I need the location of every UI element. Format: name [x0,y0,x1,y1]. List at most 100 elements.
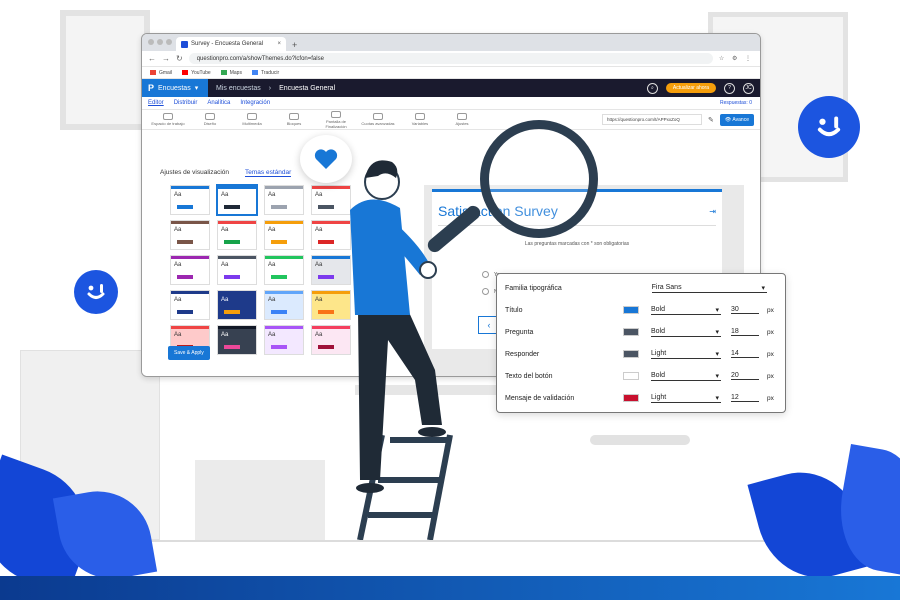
avatar[interactable]: JC [743,82,754,94]
font-color-swatch[interactable] [623,372,639,380]
tool-variables[interactable]: Variables [400,113,440,126]
theme-sample: Aa [174,262,182,268]
font-weight-select[interactable]: Bold ▾ [651,306,721,315]
theme-accent-bar [171,256,209,259]
bottom-band [0,576,900,600]
bookmark-translate[interactable]: Traducir [251,70,279,76]
theme-button-swatch [177,205,193,209]
breadcrumb-current: Encuesta General [279,84,336,92]
browser-tabbar: Survey - Encuesta General × + [142,34,760,51]
theme-button-swatch [271,345,287,349]
theme-sample: Aa [315,192,323,198]
theme-card[interactable]: Aa [217,290,257,320]
theme-card[interactable]: Aa [217,255,257,285]
tool-design[interactable]: Diseño [190,113,230,126]
theme-accent-bar [218,326,256,329]
save-apply-button[interactable]: Save & Apply [168,346,210,360]
responses-count[interactable]: Respuestas: 0 [720,100,752,106]
tool-quotas[interactable]: Cuotas avanzadas [358,113,398,126]
address-input[interactable]: questionpro.com/a/showThemes.do?lcfon=fa… [188,53,713,64]
smile-logo-icon [817,116,841,137]
bookmark-youtube[interactable]: YouTube [182,70,211,76]
bg-boxes [195,460,325,540]
font-color-swatch[interactable] [623,394,639,402]
theme-button-swatch [177,240,193,244]
theme-card[interactable]: Aa [170,290,210,320]
tab-display-settings[interactable]: Ajustes de visualización [160,169,229,177]
theme-sample: Aa [221,192,229,198]
menu-distribute[interactable]: Distribuir [174,100,198,106]
font-family-select[interactable]: Fira Sans ▾ [651,284,767,293]
chevron-down-icon: ▾ [715,394,719,402]
window-controls[interactable] [148,39,172,45]
theme-card[interactable]: Aa [217,325,257,355]
theme-card[interactable]: Aa [170,220,210,250]
theme-card[interactable]: Aa [264,290,304,320]
edit-link-icon[interactable]: ✎ [708,116,714,124]
tool-blocks[interactable]: Bloques [274,113,314,126]
app-header: P Encuestas ▾ Mis encuestas › Encuesta Gen… [142,79,760,97]
gear-icon [457,113,467,120]
theme-card[interactable]: Aa [264,220,304,250]
extension-icons[interactable]: ☆ ⚙ ⋮ [719,55,754,62]
back-arrow-icon[interactable]: ← [148,54,156,63]
bookmark-gmail[interactable]: Gmail [150,70,172,76]
upgrade-button[interactable]: Actualizar ahora [665,83,716,93]
tool-media[interactable]: Multimedia [232,113,272,126]
font-color-swatch[interactable] [623,328,639,336]
font-size-input[interactable]: 12 [731,394,759,402]
new-tab-button[interactable]: + [292,40,297,50]
theme-sample: Aa [315,227,323,233]
bookmark-maps[interactable]: Maps [220,70,242,76]
preview-button[interactable]: 👁 Avance [719,113,754,126]
theme-card[interactable]: Aa [264,185,304,215]
theme-button-swatch [271,275,287,279]
theme-card[interactable]: Aa [264,325,304,355]
theme-sample: Aa [315,297,323,303]
font-weight-select[interactable]: Light ▾ [651,350,721,359]
theme-sample: Aa [221,262,229,268]
theme-accent-bar [218,256,256,259]
survey-link-field[interactable]: https://questionpro.com/t/APPxxZoQ [602,114,703,125]
font-style-row: Pregunta Bold ▾ 18 px [505,324,777,340]
font-size-input[interactable]: 14 [731,350,759,358]
font-size-input[interactable]: 20 [731,372,759,380]
menu-integration[interactable]: Integración [240,100,270,106]
magnifier-lens [480,120,598,238]
menu-editor[interactable]: Editor [148,100,164,106]
font-color-swatch[interactable] [623,350,639,358]
logo-badge-left [74,270,118,314]
tab-standard-themes[interactable]: Temas estándar [245,169,292,177]
search-icon[interactable]: ⌕ [646,82,658,94]
image-icon [247,113,257,120]
theme-accent-bar [265,221,303,224]
font-color-swatch[interactable] [623,306,639,314]
menu-analytics[interactable]: Analítica [207,100,230,106]
font-size-input[interactable]: 30 [731,306,759,314]
font-weight-select[interactable]: Bold ▾ [651,372,721,381]
product-switcher[interactable]: P Encuestas ▾ [142,79,208,97]
blocks-icon [289,113,299,120]
tab-close-icon[interactable]: × [277,41,281,47]
font-size-input[interactable]: 18 [731,328,759,336]
help-icon[interactable]: ? [724,82,735,94]
eye-icon: 👁 [724,116,732,123]
tool-settings[interactable]: Ajustes [442,113,482,126]
font-weight-select[interactable]: Bold ▾ [651,328,721,337]
browser-tab[interactable]: Survey - Encuesta General × [176,37,286,51]
theme-card[interactable]: Aa [217,220,257,250]
theme-card[interactable]: Aa [170,185,210,215]
theme-card[interactable]: Aa [217,185,257,215]
breadcrumb-my-surveys[interactable]: Mis encuestas [216,85,261,92]
chevron-down-icon: ▾ [761,284,765,292]
exit-icon[interactable]: ⇥ [709,207,716,216]
tool-workspace[interactable]: Espacio de trabajo [148,113,188,126]
theme-button-swatch [224,205,240,209]
theme-card[interactable]: Aa [264,255,304,285]
theme-accent-bar [171,221,209,224]
tool-finish-screen[interactable]: Pantalla de Finalización [316,110,356,129]
theme-card[interactable]: Aa [170,255,210,285]
font-weight-select[interactable]: Light ▾ [651,394,721,403]
reload-icon[interactable]: ↻ [176,54,183,63]
forward-arrow-icon[interactable]: → [162,54,170,63]
